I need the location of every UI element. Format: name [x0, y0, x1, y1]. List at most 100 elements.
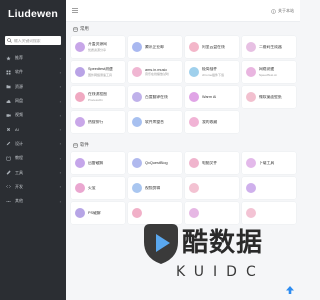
site-avatar-icon — [132, 183, 142, 193]
main-content: 常用 开盖资源网 优质资源分享 腾讯企业邮 阿里云盘在线 二维码生成器 Speedtest… — [66, 22, 300, 300]
card-title: 火萤 — [88, 185, 96, 190]
section-title: 软件 — [71, 138, 296, 152]
card-description: ProcessOn — [88, 97, 103, 102]
chevron-right-icon: › — [59, 84, 61, 90]
site-avatar-icon — [132, 208, 142, 218]
link-card[interactable]: QxQuestBlog — [128, 152, 182, 174]
search-box[interactable] — [5, 36, 61, 45]
chevron-right-icon: › — [59, 55, 61, 61]
sidebar-item-6[interactable]: 设计 › — [0, 137, 66, 151]
card-title: 二维码生成器 — [259, 44, 282, 49]
link-card[interactable]: 二维码生成器 — [242, 36, 296, 58]
card-title: 腾讯企业邮 — [145, 44, 164, 49]
link-card[interactable]: 极简插件 chrome插件下载 — [185, 61, 239, 83]
sidebar-item-4[interactable]: 视频 › — [0, 108, 66, 122]
card-title: PS破解 — [88, 210, 101, 215]
sidebar-item-label: 网盘 — [15, 98, 23, 104]
site-avatar-icon — [189, 183, 199, 193]
sidebar-item-label: 资源 — [15, 83, 23, 89]
section-software: 软件 迅雷破解 QxQuestBlog 电脑文件 下载工具火萤 视频剪辑 PS破解 — [71, 138, 296, 224]
sidebar-item-5[interactable]: AI › — [0, 122, 66, 136]
site-avatar-icon — [246, 208, 256, 218]
card-title: 软件库整合 — [145, 119, 164, 124]
link-card[interactable] — [185, 177, 239, 199]
site-avatar-icon — [75, 42, 85, 52]
card-grid: 开盖资源网 优质资源分享 腾讯企业邮 阿里云盘在线 二维码生成器 Speedtest测速国… — [71, 36, 296, 133]
card-grid: 迅雷破解 QxQuestBlog 电脑文件 下载工具火萤 视频剪辑 PS破解 — [71, 152, 296, 224]
card-description: 优质资源分享 — [88, 47, 107, 52]
card-title: Warm AI — [202, 95, 217, 99]
chevron-right-icon: › — [59, 170, 61, 176]
sidebar-item-7[interactable]: 教程 › — [0, 151, 66, 165]
video-icon — [6, 113, 11, 118]
sidebar-item-10[interactable]: 其他 › — [0, 194, 66, 208]
link-card[interactable]: Speedtest测速 国外网络测速工具 — [71, 61, 125, 83]
card-title: 我的收藏 — [202, 119, 218, 124]
wrench-icon — [6, 170, 11, 175]
sidebar-item-1[interactable]: 软件 › — [0, 65, 66, 79]
menu-toggle-icon[interactable] — [72, 8, 78, 13]
sidebar-item-label: 软件 — [15, 69, 23, 75]
link-card[interactable] — [128, 202, 182, 224]
about-link-label: 关于本站 — [278, 8, 294, 13]
site-avatar-icon — [132, 67, 142, 77]
link-card[interactable]: 热搜排行 — [71, 111, 125, 133]
card-title: 在线流程图 — [88, 92, 107, 97]
link-card[interactable]: 微软桌面壁纸 — [242, 86, 296, 108]
site-avatar-icon — [75, 158, 85, 168]
sidebar-item-3[interactable]: 网盘 › — [0, 94, 66, 108]
chevron-right-icon: › — [59, 112, 61, 118]
card-description: chrome插件下载 — [202, 72, 225, 77]
link-card[interactable]: 开盖资源网 优质资源分享 — [71, 36, 125, 58]
link-card[interactable]: Warm AI — [185, 86, 239, 108]
site-avatar-icon — [189, 208, 199, 218]
link-card[interactable]: 下载工具 — [242, 152, 296, 174]
link-card[interactable]: 火萤 — [71, 177, 125, 199]
sidebar-item-0[interactable]: 推荐 › — [0, 51, 66, 65]
link-card[interactable]: 百度翻译在线 — [128, 86, 182, 108]
site-avatar-icon — [75, 117, 85, 127]
sidebar-item-label: 视频 — [15, 112, 23, 118]
sidebar-item-label: 其他 — [15, 198, 23, 204]
link-card[interactable]: 网络测速 SpeedTest.cn — [242, 61, 296, 83]
link-card[interactable]: 在线流程图 ProcessOn — [71, 86, 125, 108]
brand-logo[interactable]: Liudewen — [0, 0, 66, 28]
sidebar-item-label: 工具 — [15, 169, 23, 175]
chevron-right-icon: › — [59, 127, 61, 133]
link-card[interactable]: 电脑文件 — [185, 152, 239, 174]
tag-icon — [73, 27, 78, 32]
link-card[interactable]: 腾讯企业邮 — [128, 36, 182, 58]
link-card[interactable]: 我的收藏 — [185, 111, 239, 133]
book-icon — [6, 156, 11, 161]
link-card[interactable] — [242, 177, 296, 199]
site-avatar-icon — [246, 67, 256, 77]
sidebar-item-9[interactable]: 开发 › — [0, 180, 66, 194]
link-card[interactable]: 阿里云盘在线 — [185, 36, 239, 58]
chevron-right-icon: › — [59, 198, 61, 204]
link-card[interactable]: ams.in.music 音乐在线播放试听 — [128, 61, 182, 83]
link-card[interactable]: 软件库整合 — [128, 111, 182, 133]
sidebar-item-2[interactable]: 资源 › — [0, 80, 66, 94]
site-avatar-icon — [246, 92, 256, 102]
info-icon — [271, 8, 276, 14]
card-title: 电脑文件 — [202, 160, 218, 165]
link-card[interactable]: PS破解 — [71, 202, 125, 224]
card-title: 网络测速 — [259, 67, 275, 72]
sidebar-item-label: AI — [15, 127, 19, 133]
site-avatar-icon — [189, 67, 199, 77]
card-title: 微软桌面壁纸 — [259, 94, 282, 99]
site-avatar-icon — [132, 117, 142, 127]
pen-icon — [6, 141, 11, 146]
tag-icon — [73, 143, 78, 148]
about-link[interactable]: 关于本站 — [271, 8, 294, 14]
search-input[interactable] — [14, 38, 61, 43]
link-card[interactable]: 迅雷破解 — [71, 152, 125, 174]
link-card[interactable]: 视频剪辑 — [128, 177, 182, 199]
sidebar-item-8[interactable]: 工具 › — [0, 165, 66, 179]
card-title: 极简插件 — [202, 67, 218, 72]
site-avatar-icon — [189, 158, 199, 168]
link-card[interactable] — [185, 202, 239, 224]
back-to-top-button[interactable] — [283, 283, 297, 297]
link-card[interactable] — [242, 202, 296, 224]
site-avatar-icon — [75, 67, 85, 77]
